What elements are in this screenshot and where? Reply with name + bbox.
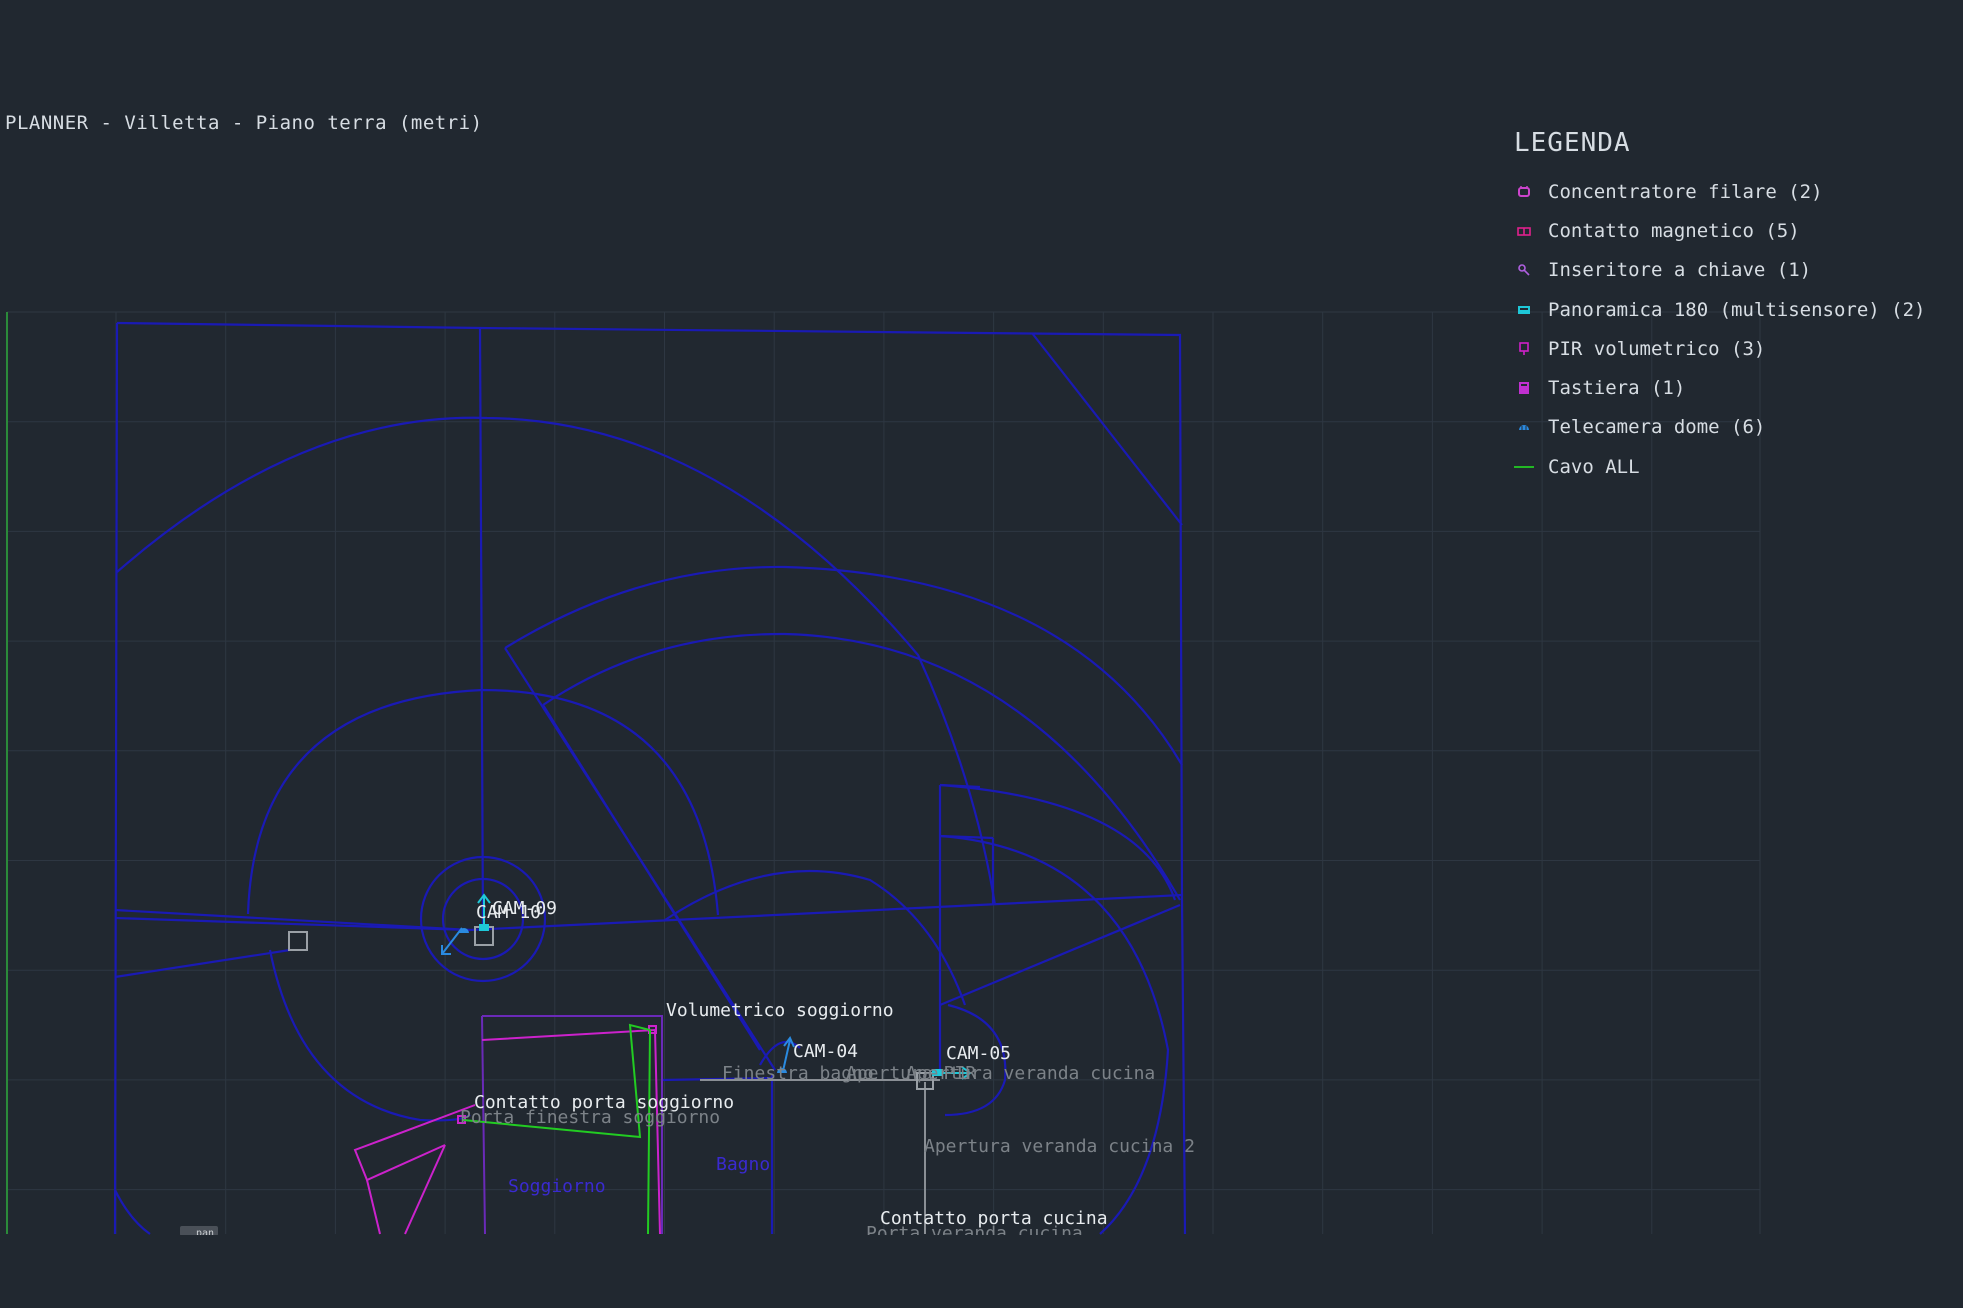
legend-item-concentratore: Concentratore filare (2) (1514, 172, 1926, 211)
cad-planner-window: CAM-10 CAM-09 Volumetrico soggiorno CAM-… (0, 0, 1963, 1308)
legend-item-label: Cavo ALL (1548, 455, 1640, 478)
wall-segment (114, 948, 291, 979)
pir-icon (1514, 339, 1534, 359)
junction-box-1 (288, 931, 308, 951)
legend-item-contatto: Contatto magnetico (5) (1514, 211, 1926, 250)
cable-path (462, 1023, 652, 1235)
long-wall-3 (469, 893, 1183, 932)
coverage-arc-2 (504, 565, 1183, 766)
legend-item-pir: PIR volumetrico (3) (1514, 329, 1926, 368)
door-swing-1 (366, 1179, 381, 1235)
page-title: PLANNER - Villetta - Piano terra (metri) (5, 112, 483, 134)
label-cam-04: CAM-04 (793, 1041, 858, 1062)
plan-labels: CAM-10 CAM-09 Volumetrico soggiorno CAM-… (460, 898, 1195, 1244)
lower-left-arc (114, 1189, 151, 1235)
legend-item-tastiera: Tastiera (1) (1514, 368, 1926, 407)
concentrator-icon (1514, 182, 1534, 202)
panoramic-camera-icon (1514, 300, 1534, 320)
label-volumetrico-soggiorno: Volumetrico soggiorno (666, 1000, 894, 1021)
key-icon (1514, 260, 1534, 280)
cam05-coverage-arc-2 (939, 834, 1170, 1235)
cam04-coverage-arc (664, 870, 967, 1006)
legend-item-label: Concentratore filare (2) (1548, 180, 1823, 203)
grid (7, 311, 1761, 1234)
legend-item-label: Inseritore a chiave (1) (1548, 259, 1812, 282)
cam05-ray (939, 903, 1181, 1007)
label-room-soggiorno: Soggiorno (508, 1176, 606, 1197)
label-cam-09: CAM-09 (492, 898, 557, 919)
legend-item-label: Contatto magnetico (5) (1548, 219, 1800, 242)
legend-item-label: Tastiera (1) (1548, 377, 1686, 400)
coverage-radius-2 (542, 704, 761, 1051)
cable-all (462, 1023, 652, 1235)
legend-item-panoramica: Panoramica 180 (multisensore) (2) (1514, 290, 1926, 329)
legend-item-dome: Telecamera dome (6) (1514, 408, 1926, 447)
canvas-bottom-band (0, 1235, 1963, 1308)
coverage-arc-1 (116, 416, 997, 906)
legend-item-label: Panoramica 180 (multisensore) (2) (1548, 298, 1926, 321)
legend-title: LEGENDA (1514, 128, 1631, 158)
label-room-bagno: Bagno (716, 1154, 770, 1175)
legend-item-inseritore: Inseritore a chiave (1) (1514, 251, 1926, 290)
legend-item-cavo: Cavo ALL (1514, 447, 1926, 486)
magnetic-contact-icon (1514, 221, 1534, 241)
legend-item-label: Telecamera dome (6) (1548, 416, 1766, 439)
dome-camera-icon (1514, 417, 1534, 437)
diagonal-corner (1031, 332, 1183, 526)
label-porta-finestra-soggiorno: Porta finestra soggiorno (460, 1107, 720, 1128)
cable-line-icon (1514, 457, 1534, 477)
keypad-icon (1514, 378, 1534, 398)
door-contacts (353, 1025, 661, 1235)
legend: LEGENDA Concentratore filare (2) Contatt… (1514, 128, 1926, 486)
label-apertura-veranda-cucina: Apertura veranda cucina (906, 1063, 1155, 1084)
cam05-coverage-arc (939, 783, 1177, 901)
label-cam-05: CAM-05 (946, 1043, 1011, 1064)
outer-left-wall (113, 322, 119, 1235)
legend-item-label: PIR volumetrico (3) (1548, 337, 1766, 360)
cam10-coverage-lower (268, 949, 471, 1122)
label-apertura-veranda-cucina-2: Apertura veranda cucina 2 (924, 1136, 1195, 1157)
